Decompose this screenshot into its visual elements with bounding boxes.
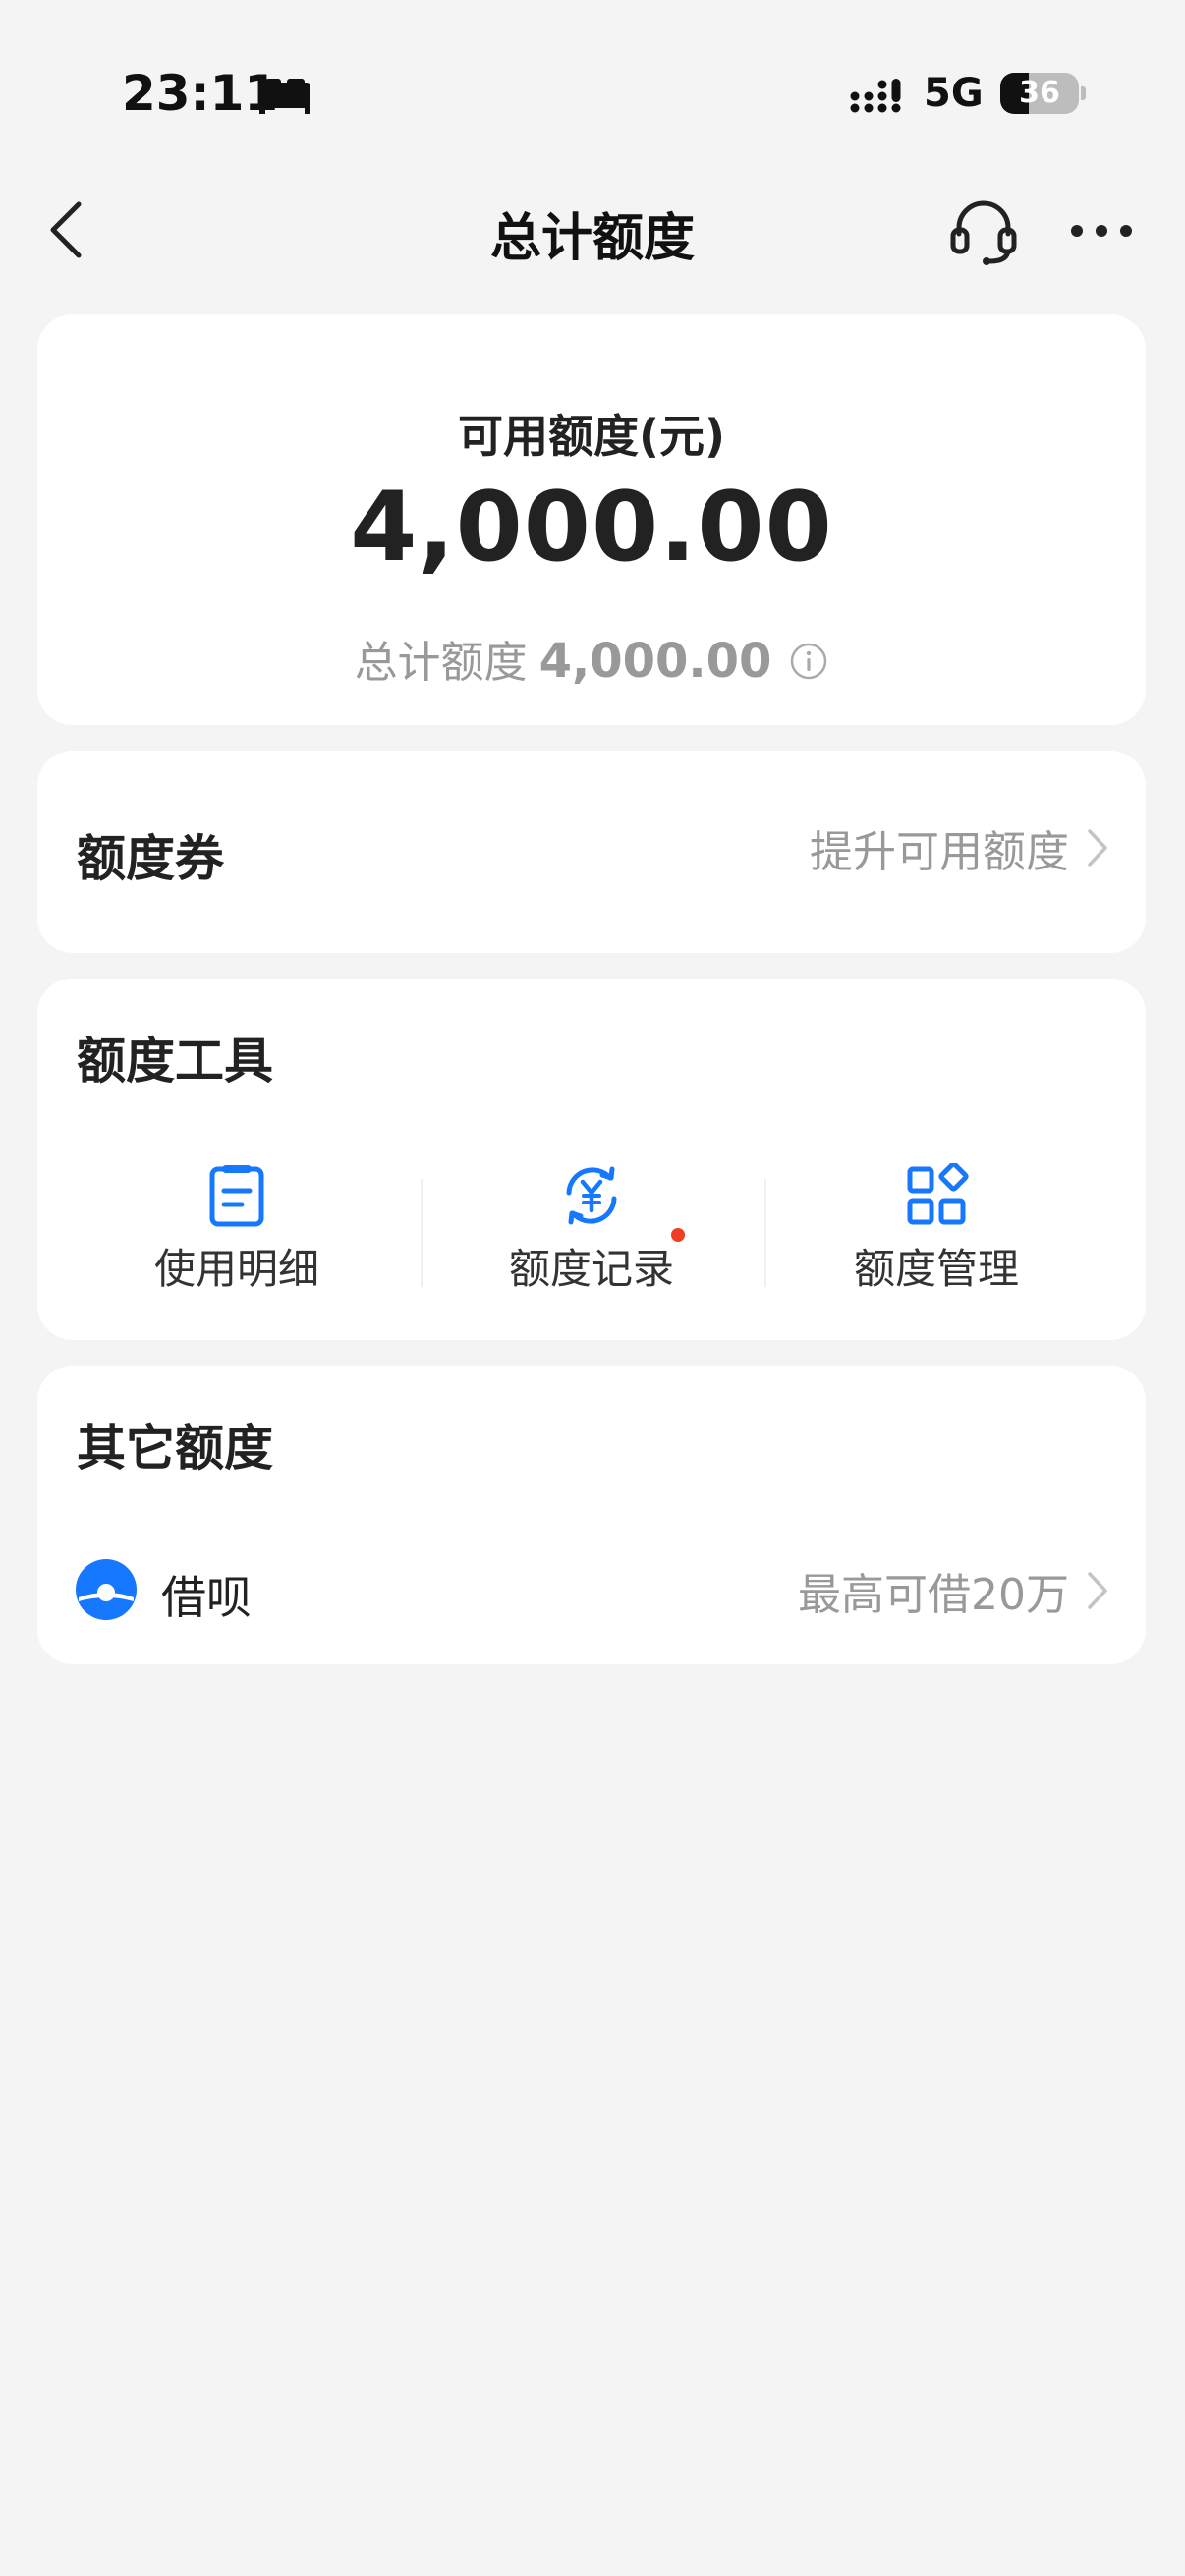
battery-tip <box>1081 86 1086 100</box>
jiebei-logo-icon <box>76 1559 137 1620</box>
chevron-right-icon <box>1088 829 1107 867</box>
nav-bar: 总计额度 <box>0 167 1185 295</box>
jiebei-detail-link[interactable]: 最高可借20万 <box>798 1556 1110 1625</box>
document-list-icon <box>209 1165 264 1227</box>
status-bar: 23:11 5G 36 <box>0 0 1185 167</box>
total-credit-row: 总计额度 4,000.00 <box>37 627 1146 690</box>
bed-icon <box>259 79 310 114</box>
credit-summary-card: 可用额度(元) 4,000.00 总计额度 4,000.00 <box>37 314 1146 725</box>
headset-icon[interactable] <box>947 195 1020 267</box>
list-item-jiebei[interactable]: 借呗 最高可借20万 <box>37 1552 1146 1641</box>
yuan-refresh-icon <box>566 1166 617 1225</box>
status-time: 23:11 <box>122 65 279 122</box>
jiebei-detail: 最高可借20万 <box>798 1570 1069 1620</box>
info-icon[interactable] <box>789 642 828 681</box>
boost-credit-label: 提升可用额度 <box>810 827 1069 877</box>
available-credit-amount: 4,000.00 <box>350 472 833 584</box>
other-credits-title: 其它额度 <box>77 1420 273 1477</box>
tool-credit-records[interactable]: 额度记录 <box>420 1163 763 1311</box>
tool-credit-management[interactable]: 额度管理 <box>764 1163 1108 1311</box>
tool-label: 使用明细 <box>153 1245 319 1293</box>
network-type: 5G <box>924 71 984 116</box>
chevron-right-icon <box>1088 1572 1107 1609</box>
grid-apps-icon <box>907 1163 969 1225</box>
signal-icon <box>850 79 901 113</box>
notification-dot <box>671 1228 685 1242</box>
boost-credit-link[interactable]: 提升可用额度 <box>810 813 1110 882</box>
total-credit-label: 总计额度 <box>354 638 528 688</box>
jiebei-name: 借呗 <box>161 1571 252 1624</box>
tool-label: 额度管理 <box>853 1245 1019 1293</box>
credit-tools-card: 额度工具 使用明细 额度记录 额度管理 <box>37 979 1146 1340</box>
tool-usage-details[interactable]: 使用明细 <box>65 1163 409 1311</box>
available-credit-label: 可用额度(元) <box>457 410 726 463</box>
tools-title: 额度工具 <box>77 1033 273 1090</box>
more-dots-icon[interactable] <box>1067 206 1136 255</box>
coupon-title: 额度券 <box>77 830 224 887</box>
battery-level: 36 <box>1019 76 1060 110</box>
battery-icon: 36 <box>1000 73 1079 114</box>
total-credit-amount: 4,000.00 <box>538 634 772 689</box>
other-credits-card: 其它额度 借呗 最高可借20万 <box>37 1366 1146 1664</box>
tool-label: 额度记录 <box>508 1245 674 1293</box>
credit-coupon-card[interactable]: 额度券 提升可用额度 <box>37 751 1146 953</box>
